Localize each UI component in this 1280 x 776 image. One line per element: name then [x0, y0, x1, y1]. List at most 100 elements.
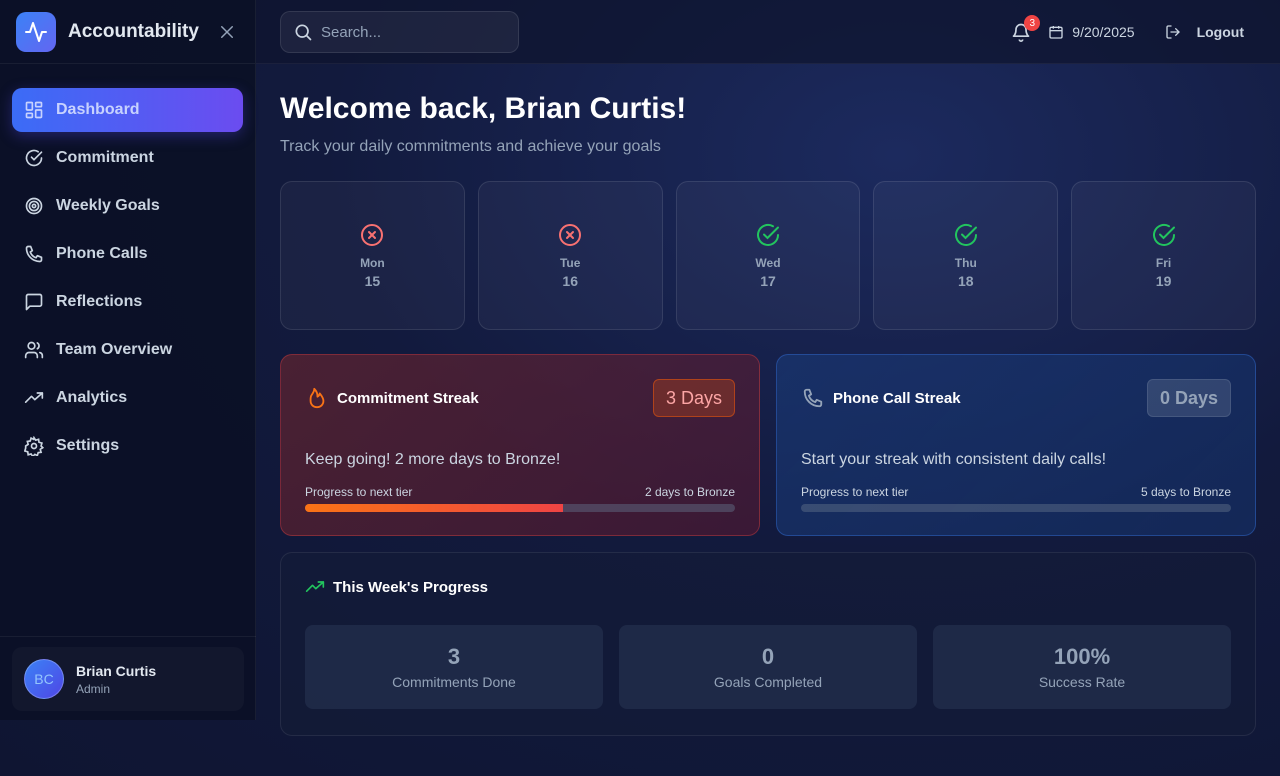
- sidebar-item-label: Phone Calls: [56, 245, 148, 262]
- x-circle-icon: [557, 222, 583, 248]
- sidebar: Accountability Dashboard Commitment Week…: [0, 0, 256, 720]
- sidebar-item-settings[interactable]: Settings: [12, 424, 243, 468]
- day-name: Wed: [755, 256, 781, 270]
- trending-up-icon: [24, 388, 44, 408]
- user-profile: BC Brian Curtis Admin: [0, 636, 256, 720]
- target-icon: [24, 196, 44, 216]
- progress-remaining: 5 days to Bronze: [1140, 485, 1231, 499]
- search-input[interactable]: [321, 23, 501, 41]
- logout-icon: [1165, 24, 1181, 40]
- sidebar-item-commitment[interactable]: Commitment: [12, 136, 243, 180]
- phone-call-streak-card: Phone Call Streak 0 Days Start your stre…: [776, 354, 1256, 536]
- phone-icon: [801, 386, 825, 410]
- day-card[interactable]: Tue 16: [477, 181, 663, 330]
- sidebar-item-label: Dashboard: [56, 101, 140, 118]
- x-circle-icon: [359, 222, 385, 248]
- progress-bar: [801, 504, 1231, 512]
- day-name: Thu: [954, 256, 977, 270]
- progress-bar: [305, 504, 735, 512]
- logout-button[interactable]: Logout: [1165, 24, 1244, 40]
- user-card[interactable]: BC Brian Curtis Admin: [12, 647, 244, 711]
- sidebar-item-label: Weekly Goals: [56, 197, 160, 214]
- brand-header: Accountability: [0, 0, 255, 64]
- sidebar-item-label: Settings: [56, 437, 120, 454]
- commitment-streak-card: Commitment Streak 3 Days Keep going! 2 m…: [280, 354, 760, 536]
- sidebar-item-analytics[interactable]: Analytics: [12, 376, 243, 420]
- day-number: 16: [562, 273, 578, 289]
- notification-badge: 3: [1024, 15, 1041, 31]
- streak-message: Keep going! 2 more days to Bronze!: [305, 451, 561, 468]
- sidebar-item-dashboard[interactable]: Dashboard: [12, 88, 243, 132]
- day-number: 18: [958, 273, 974, 289]
- activity-logo-icon: [16, 11, 56, 52]
- section-title: This Week's Progress: [333, 578, 489, 596]
- user-name: Brian Curtis: [76, 662, 157, 679]
- date-text: 9/20/2025: [1072, 24, 1135, 40]
- search-box: [280, 11, 519, 53]
- close-icon: [221, 25, 233, 38]
- trending-up-icon: [305, 577, 325, 597]
- day-card[interactable]: Fri 19: [1071, 181, 1256, 330]
- streaks-row: Commitment Streak 3 Days Keep going! 2 m…: [280, 354, 1256, 536]
- sidebar-item-label: Analytics: [56, 389, 128, 406]
- users-icon: [24, 340, 44, 360]
- day-card[interactable]: Mon 15: [280, 181, 465, 330]
- stat-label: Commitments Done: [392, 674, 516, 690]
- day-name: Mon: [360, 256, 385, 270]
- page-title: Welcome back, Brian Curtis!: [280, 92, 687, 125]
- phone-icon: [24, 244, 44, 264]
- streak-title: Phone Call Streak: [833, 389, 961, 407]
- day-name: Fri: [1155, 256, 1172, 270]
- stat-card: 100% Success Rate: [933, 625, 1231, 709]
- stat-value: 100%: [1053, 644, 1111, 669]
- current-date: 9/20/2025: [1048, 24, 1135, 40]
- avatar: BC: [24, 659, 64, 699]
- day-card[interactable]: Thu 18: [873, 181, 1059, 330]
- close-sidebar-button[interactable]: [215, 20, 239, 44]
- notifications-button[interactable]: 3: [1010, 15, 1041, 43]
- dashboard-icon: [24, 100, 44, 120]
- day-card[interactable]: Wed 17: [675, 181, 861, 330]
- check-circle-icon: [953, 222, 979, 248]
- streak-badge: 0 Days: [1146, 379, 1231, 417]
- logout-label: Logout: [1196, 24, 1244, 40]
- streak-badge: 3 Days: [652, 379, 735, 417]
- sidebar-item-weekly-goals[interactable]: Weekly Goals: [12, 184, 243, 228]
- streak-title: Commitment Streak: [337, 389, 479, 407]
- progress-fill: [305, 504, 563, 512]
- topbar-actions: 3 9/20/2025 Logout: [1010, 0, 1244, 64]
- user-role: Admin: [76, 681, 111, 696]
- sidebar-item-reflections[interactable]: Reflections: [12, 280, 243, 324]
- weekly-progress-card: This Week's Progress 3 Commitments Done …: [280, 552, 1256, 736]
- stat-label: Goals Completed: [713, 674, 823, 690]
- stat-card: 0 Goals Completed: [619, 625, 917, 709]
- stat-value: 0: [761, 644, 775, 669]
- sidebar-item-label: Team Overview: [56, 341, 173, 358]
- streak-message: Start your streak with consistent daily …: [801, 451, 1107, 468]
- check-circle-icon: [1151, 222, 1177, 248]
- day-number: 19: [1155, 273, 1172, 289]
- sidebar-item-team-overview[interactable]: Team Overview: [12, 328, 243, 372]
- progress-label: Progress to next tier: [801, 485, 909, 499]
- stat-label: Success Rate: [1038, 674, 1126, 690]
- calendar-icon: [1048, 24, 1064, 40]
- day-number: 15: [364, 273, 381, 289]
- page-subtitle: Track your daily commitments and achieve…: [280, 138, 661, 155]
- check-circle-icon: [24, 148, 44, 168]
- sidebar-item-label: Commitment: [56, 149, 154, 166]
- search-icon: [295, 24, 312, 41]
- main-content: Welcome back, Brian Curtis! Track your d…: [280, 64, 1256, 736]
- day-number: 17: [760, 273, 776, 289]
- stat-card: 3 Commitments Done: [305, 625, 603, 709]
- stat-value: 3: [447, 644, 461, 669]
- progress-remaining: 2 days to Bronze: [644, 485, 735, 499]
- check-circle-icon: [755, 222, 781, 248]
- sidebar-item-phone-calls[interactable]: Phone Calls: [12, 232, 243, 276]
- topbar: 3 9/20/2025 Logout: [256, 0, 1280, 64]
- progress-label: Progress to next tier: [305, 485, 413, 499]
- stats-row: 3 Commitments Done 0 Goals Completed 100…: [305, 625, 1231, 709]
- sidebar-item-label: Reflections: [56, 293, 143, 310]
- day-tracker: Mon 15 Tue 16 Wed 17 Thu 18 Fri 19: [280, 181, 1256, 330]
- day-name: Tue: [559, 256, 581, 270]
- gear-icon: [24, 436, 44, 456]
